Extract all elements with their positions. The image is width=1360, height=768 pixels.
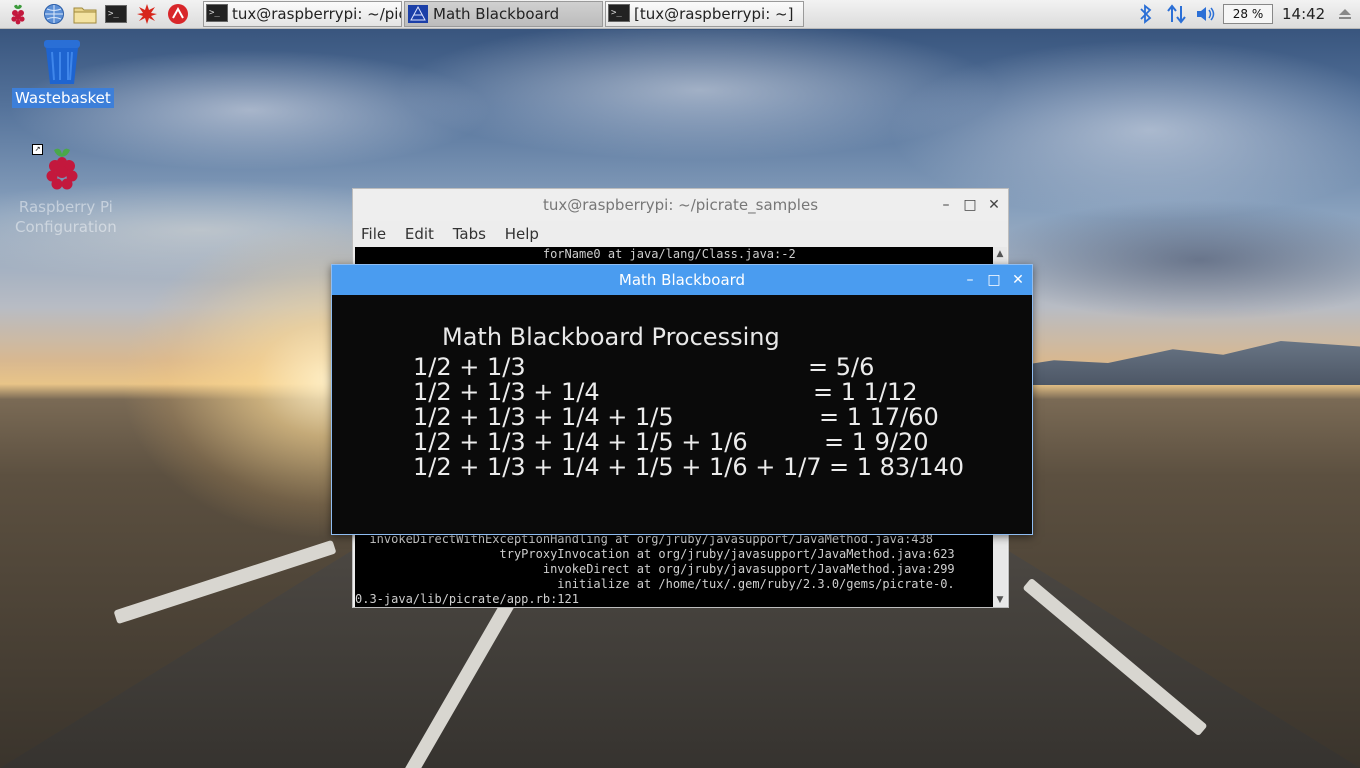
blackboard-canvas: Math Blackboard Processing 1/2 + 1/3 = 5… — [332, 295, 1032, 534]
terminal-line: initialize at /home/tux/.gem/ruby/2.3.0/… — [355, 577, 955, 591]
desktop-icon-wastebasket[interactable]: Wastebasket — [12, 36, 114, 108]
terminal-icon: >_ — [206, 4, 228, 24]
desktop-icon-label: Raspberry Pi Configuration — [12, 196, 120, 238]
desktop-icon-raspberry-pi-configuration[interactable]: ↗ Raspberry Pi Configuration — [12, 144, 117, 238]
maximize-button[interactable]: □ — [983, 265, 1005, 295]
shortcut-arrow-icon: ↗ — [32, 144, 43, 155]
volume-icon[interactable] — [1194, 3, 1218, 25]
desktop-icon-label: Wastebasket — [12, 88, 114, 108]
menu-edit[interactable]: Edit — [405, 221, 434, 247]
sum-expression: 1/2 + 1/3 + 1/4 + 1/5 + 1/6 + 1/7 — [413, 453, 822, 481]
minimize-button[interactable]: – — [935, 189, 957, 221]
menu-file[interactable]: File — [361, 221, 386, 247]
desktop-icon-label-line1: Raspberry Pi — [18, 198, 113, 216]
sum-expression: 1/2 + 1/3 + 1/4 + 1/5 + 1/6 — [413, 428, 748, 456]
processing-icon — [407, 4, 429, 24]
terminal-icon[interactable]: >_ — [104, 2, 128, 26]
bluetooth-icon[interactable] — [1136, 3, 1156, 25]
desktop-icon-label-line2: Configuration — [15, 218, 117, 236]
task-label: Math Blackboard — [433, 5, 560, 23]
cpu-usage-monitor[interactable]: 28 % — [1223, 4, 1273, 24]
math-blackboard-title: Math Blackboard — [618, 271, 746, 289]
terminal-title: tux@raspberrypi: ~/picrate_samples — [542, 196, 819, 214]
raspberry-pi-icon: ↗ — [32, 144, 86, 194]
sum-result: = 1 17/60 — [819, 403, 939, 431]
math-kernel-icon[interactable] — [135, 2, 159, 26]
math-blackboard-titlebar[interactable]: Math Blackboard – □ ✕ — [332, 265, 1032, 295]
terminal-line: invokeDirect at org/jruby/javasupport/Ja… — [355, 562, 955, 576]
taskbar-task-terminal-picrate[interactable]: >_ tux@raspberrypi: ~/pic... — [203, 1, 402, 27]
wolfram-icon[interactable] — [166, 2, 190, 26]
scroll-up-icon[interactable]: ▲ — [993, 247, 1007, 261]
sum-result: = 1 9/20 — [824, 428, 929, 456]
wastebasket-icon — [38, 36, 86, 86]
terminal-titlebar[interactable]: tux@raspberrypi: ~/picrate_samples – □ ✕ — [353, 189, 1008, 221]
eject-icon[interactable] — [1336, 3, 1354, 25]
sum-expression: 1/2 + 1/3 — [413, 353, 526, 381]
close-button[interactable]: ✕ — [983, 189, 1005, 221]
close-button[interactable]: ✕ — [1007, 265, 1029, 295]
sum-expression: 1/2 + 1/3 + 1/4 — [413, 378, 600, 406]
terminal-menubar: File Edit Tabs Help — [353, 221, 1008, 247]
sum-result: = 5/6 — [808, 353, 875, 381]
task-label: tux@raspberrypi: ~/pic... — [232, 5, 401, 23]
maximize-button[interactable]: □ — [959, 189, 981, 221]
terminal-line: forName0 at java/lang/Class.java:-2 — [355, 247, 796, 261]
terminal-line: tryProxyInvocation at org/jruby/javasupp… — [355, 547, 955, 561]
menu-help[interactable]: Help — [505, 221, 539, 247]
sum-result: = 1 83/140 — [829, 453, 965, 481]
raspberry-menu-icon[interactable] — [6, 2, 30, 26]
taskbar: >_ >_ tux@raspberrypi: ~/pic... Math Bla… — [0, 0, 1360, 29]
menu-tabs[interactable]: Tabs — [453, 221, 486, 247]
math-blackboard-window[interactable]: Math Blackboard – □ ✕ Math Blackboard Pr… — [331, 264, 1033, 535]
sum-result: = 1 1/12 — [813, 378, 918, 406]
file-manager-icon[interactable] — [73, 2, 97, 26]
web-browser-icon[interactable] — [42, 2, 66, 26]
minimize-button[interactable]: – — [959, 265, 981, 295]
terminal-line: 0.3-java/lib/picrate/app.rb:121 — [355, 592, 579, 606]
terminal-icon: >_ — [608, 4, 630, 24]
scroll-down-icon[interactable]: ▼ — [993, 593, 1007, 607]
taskbar-task-math-blackboard[interactable]: Math Blackboard — [404, 1, 603, 27]
clock[interactable]: 14:42 — [1282, 5, 1325, 23]
sum-expression: 1/2 + 1/3 + 1/4 + 1/5 — [413, 403, 674, 431]
blackboard-heading: Math Blackboard Processing — [442, 323, 780, 351]
network-arrows-icon[interactable] — [1164, 3, 1190, 25]
taskbar-task-terminal-home[interactable]: >_ [tux@raspberrypi: ~] — [605, 1, 804, 27]
task-label: [tux@raspberrypi: ~] — [634, 5, 794, 23]
